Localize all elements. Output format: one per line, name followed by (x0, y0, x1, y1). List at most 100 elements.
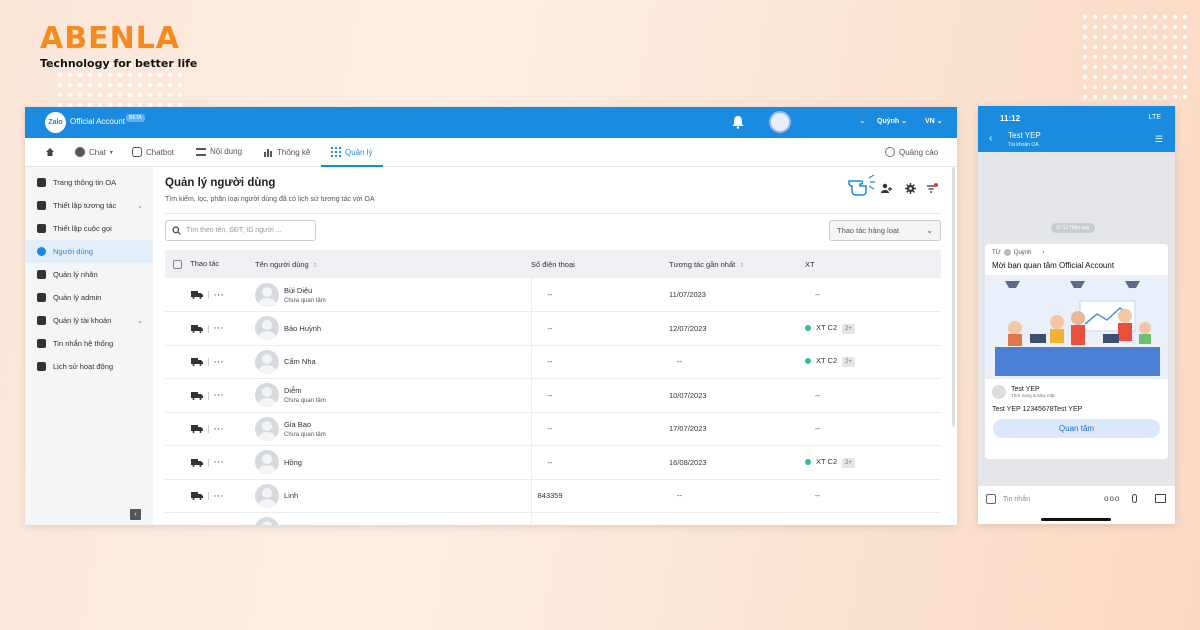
tab-stats-label: Thống kê (277, 147, 311, 157)
follow-button[interactable]: Quan tâm (993, 419, 1160, 438)
user-cell[interactable]: Gia Bao Chưa quan tâm (255, 416, 531, 441)
phone-preview: 11:12 LTE ‹ Test YEP Tài khoản OA ☰ 11:1… (978, 106, 1175, 524)
user-cell[interactable]: LA (255, 517, 531, 525)
more-icon[interactable]: ··· (214, 492, 225, 501)
invite-card: TỪ Quỳnh › Mời bạn quan tâm Official Acc… (985, 244, 1168, 459)
user-name: Gia Bao (284, 419, 312, 429)
user-cell[interactable]: Bảo Huỳnh (255, 316, 531, 341)
xt-value: -- (815, 424, 820, 434)
xt-more-badge[interactable]: 2+ (842, 457, 855, 468)
search-input[interactable]: Tìm theo tên, SĐT, ID người ... (165, 220, 316, 241)
collapse-sidebar-button[interactable]: ‹ (130, 509, 141, 520)
date-chip: 11:12 Hôm nay (1051, 223, 1095, 233)
table-row[interactable]: ··· Linh 843359 -- -- (165, 479, 941, 513)
truck-icon[interactable] (191, 290, 203, 299)
beta-badge: BETA (126, 114, 145, 122)
follow-status: Chưa quan tâm (284, 398, 326, 405)
more-icon[interactable]: ··· (214, 290, 225, 299)
truck-icon[interactable] (191, 391, 203, 400)
oa-name: Test YEP (1011, 386, 1040, 393)
column-header-last-interaction[interactable]: Tương tác gần nhất ⇕ (669, 250, 805, 278)
sidebar-item-tags[interactable]: Quản lý nhãn (25, 263, 153, 286)
ads-link[interactable]: Quảng cáo (885, 147, 938, 157)
table-row[interactable]: ··· Bùi Diệu Chưa quan tâm -- 11/07/2023 -- (165, 278, 941, 312)
sidebar-item-admin[interactable]: Quản lý admin (25, 286, 153, 309)
tab-content[interactable]: Nội dung (196, 147, 242, 156)
sidebar-item-label: Người dùng (53, 247, 93, 256)
table-row[interactable]: ··· Diễm Chưa quan tâm -- 10/07/2023 -- (165, 378, 941, 412)
robot-icon (132, 147, 142, 157)
bell-icon[interactable] (731, 115, 745, 129)
brand-name: ABENLA (40, 21, 181, 56)
column-header-name[interactable]: Tên người dùng ⇕ (255, 250, 531, 278)
sidebar-item-users[interactable]: Người dùng (25, 240, 153, 263)
bulk-action-dropdown[interactable]: Thao tác hàng loạt ⌄ (829, 220, 941, 241)
user-name: Cẩm Nha (284, 357, 316, 367)
more-icon[interactable]: ··· (214, 425, 225, 434)
menu-icon[interactable]: ☰ (1155, 134, 1163, 145)
separator (208, 458, 209, 467)
truck-icon[interactable] (191, 458, 203, 467)
table-row[interactable]: ··· Bảo Huỳnh -- 12/07/2023 XT C2 2+ (165, 311, 941, 345)
sidebar-item-call[interactable]: Thiết lập cuộc gọi (25, 217, 153, 240)
tab-chat[interactable]: Chat ▾ (75, 147, 113, 157)
document-icon (37, 178, 46, 187)
table-row[interactable]: ··· Gia Bao Chưa quan tâm -- 17/07/2023 -- (165, 412, 941, 446)
user-cell[interactable]: Hồng (255, 450, 531, 475)
truck-icon[interactable] (191, 324, 203, 333)
chevron-down-icon[interactable]: ⌄ (859, 116, 866, 125)
xt-more-badge[interactable]: 2+ (842, 357, 855, 368)
table-row[interactable]: ··· Cẩm Nha -- -- XT C2 2+ (165, 345, 941, 379)
message-input[interactable]: Tin nhắn (1003, 496, 1030, 503)
sticker-icon[interactable] (986, 494, 996, 504)
table-row[interactable]: ···LA (165, 512, 941, 525)
sidebar-item-interaction[interactable]: Thiết lập tương tác ⌄ (25, 194, 153, 217)
home-icon[interactable] (45, 147, 55, 157)
avatar (255, 316, 279, 341)
oa-info: Test YEP Thời trang & May mặc (985, 379, 1168, 405)
tab-manage[interactable]: Quản lý (331, 147, 373, 157)
search-icon (172, 226, 181, 235)
more-icon[interactable]: ··· (214, 358, 225, 367)
from-label: TỪ (992, 249, 1001, 256)
user-cell[interactable]: Bùi Diệu Chưa quan tâm (255, 282, 531, 307)
back-icon[interactable]: ‹ (989, 133, 992, 144)
user-menu[interactable]: Quỳnh ⌄ (877, 117, 907, 125)
language-select[interactable]: VN ⌄ (925, 117, 943, 125)
scrollbar[interactable] (952, 167, 955, 427)
sidebar-item-label: Thiết lập tương tác (53, 201, 117, 210)
user-cell[interactable]: Linh (255, 483, 531, 508)
admin-icon (37, 293, 46, 302)
truck-icon[interactable] (191, 425, 203, 433)
microphone-icon[interactable] (1132, 494, 1137, 503)
gear-icon[interactable] (905, 183, 916, 194)
xt-more-badge[interactable]: 2+ (842, 323, 855, 334)
ads-label: Quảng cáo (899, 147, 939, 157)
more-icon[interactable]: ··· (214, 391, 225, 400)
add-user-icon[interactable] (881, 183, 892, 194)
truck-icon[interactable] (191, 358, 203, 366)
more-icon[interactable]: ··· (214, 324, 225, 333)
user-cell[interactable]: Diễm Chưa quan tâm (255, 383, 531, 408)
sidebar-item-account[interactable]: Quản lý tài khoản ⌄ (25, 309, 153, 332)
phone-number: -- (547, 357, 553, 367)
xt-value: XT C2 (816, 456, 838, 466)
sidebar-item-oa-info[interactable]: Trang thông tin OA (25, 171, 153, 194)
filter-icon[interactable] (927, 183, 938, 194)
more-icon[interactable]: ··· (214, 458, 225, 467)
bulk-action-label: Thao tác hàng loạt (837, 226, 900, 235)
zalo-logo[interactable]: Zalo (45, 112, 66, 133)
tab-stats[interactable]: Thống kê (263, 147, 310, 157)
tab-chatbot[interactable]: Chatbot (132, 147, 174, 157)
chat-subtitle: Tài khoản OA (1008, 142, 1039, 148)
select-all-checkbox[interactable] (173, 259, 182, 269)
image-icon[interactable] (1155, 494, 1166, 503)
sidebar-item-system-messages[interactable]: Tin nhắn hệ thống (25, 332, 153, 355)
sidebar-item-history[interactable]: Lịch sử hoạt động (25, 355, 153, 378)
truck-icon[interactable] (191, 492, 203, 500)
more-icon[interactable]: ooo (1104, 494, 1120, 503)
table-row[interactable]: ··· Hồng -- 16/08/2023 XT C2 2+ (165, 445, 941, 479)
user-cell[interactable]: Cẩm Nha (255, 349, 531, 374)
separator (208, 358, 209, 366)
avatar[interactable] (769, 111, 791, 133)
